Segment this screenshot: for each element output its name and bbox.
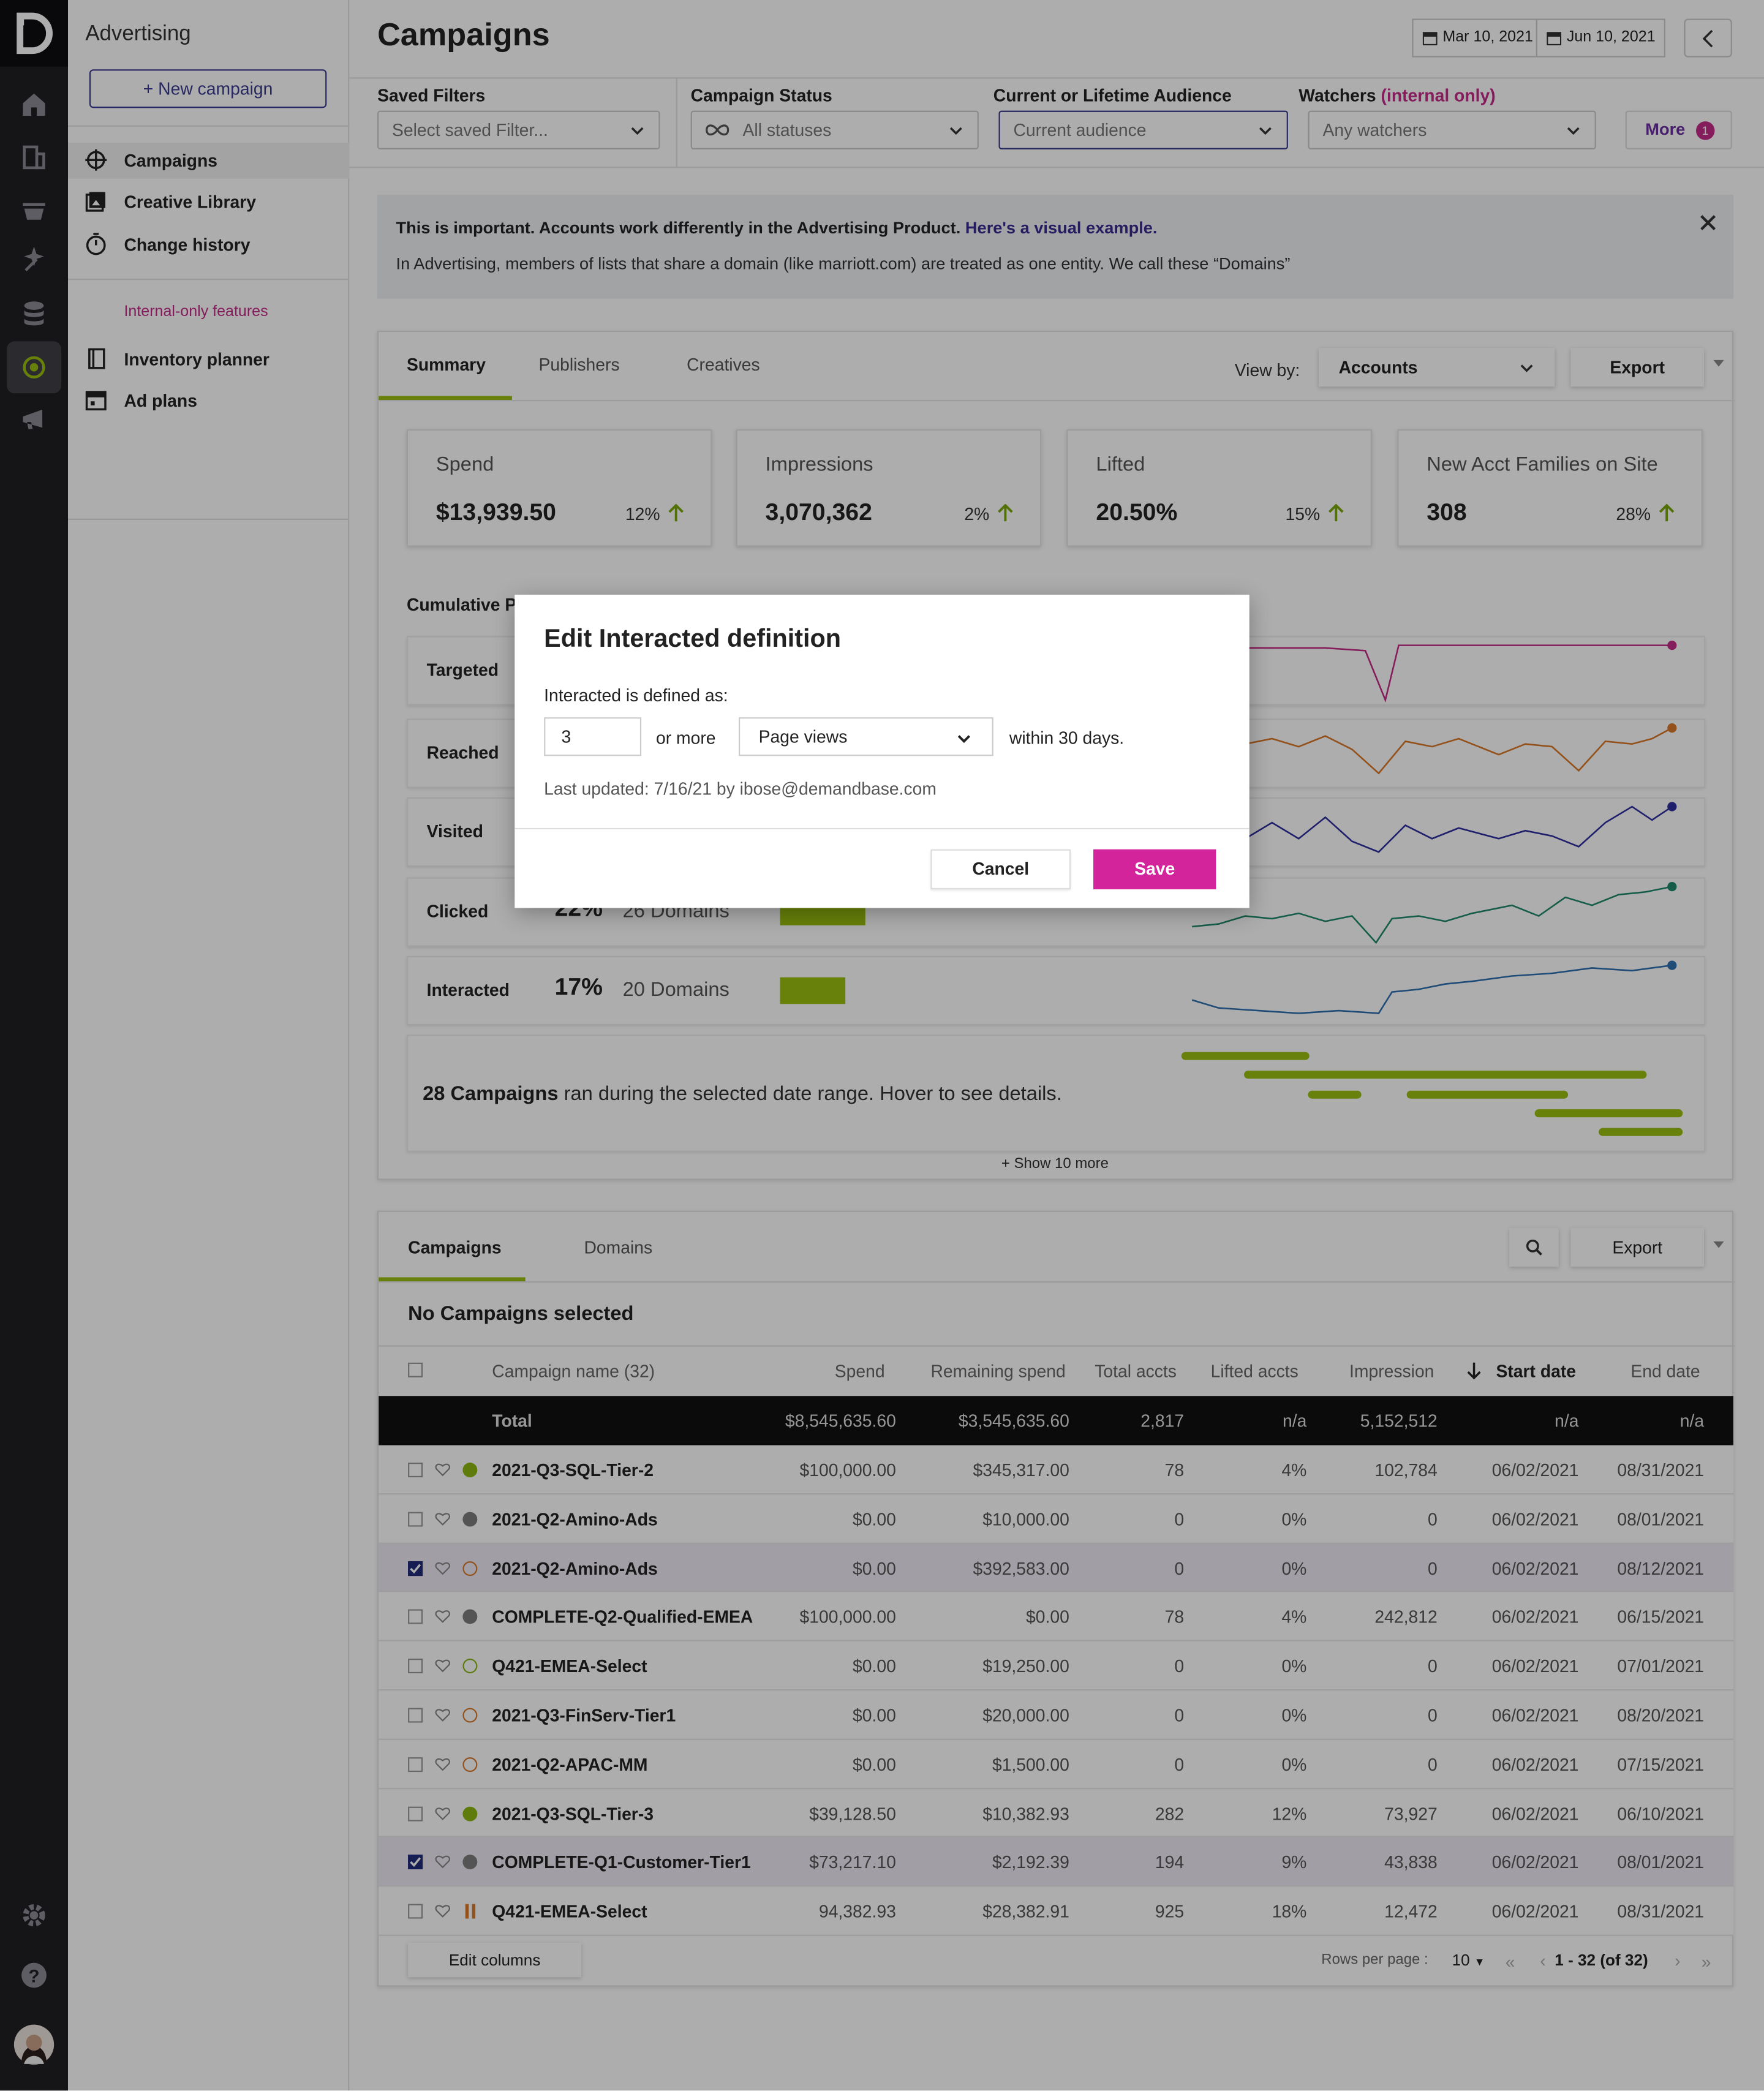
chevron-down-icon [956, 731, 972, 747]
last-updated-text: Last updated: 7/16/21 by ibose@demandbas… [544, 778, 937, 799]
app-root: ? Advertising + New campaign Campaigns C… [0, 0, 1764, 2091]
save-button[interactable]: Save [1093, 849, 1216, 889]
modal-backdrop[interactable] [0, 0, 1764, 2091]
metric-select[interactable]: Page views [739, 717, 993, 756]
modal-title: Edit Interacted definition [544, 625, 842, 654]
cancel-button[interactable]: Cancel [930, 849, 1071, 889]
modal-divider [514, 827, 1250, 830]
metric-value: Page views [758, 726, 848, 747]
interaction-count-input[interactable]: 3 [544, 717, 642, 756]
within-days-text: within 30 days. [1009, 728, 1125, 748]
modal-definition-label: Interacted is defined as: [544, 685, 728, 706]
or-more-text: or more [656, 728, 716, 748]
edit-interacted-modal: Edit Interacted definition Interacted is… [514, 594, 1250, 908]
